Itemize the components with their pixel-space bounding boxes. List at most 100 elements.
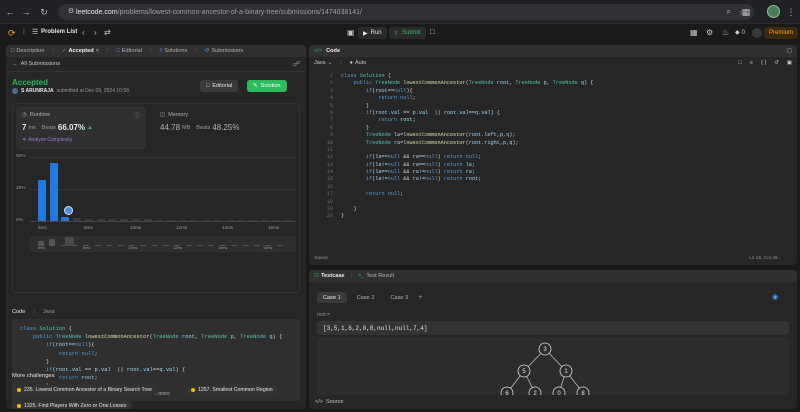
chart-bar[interactable]: [190, 219, 199, 221]
braces-icon[interactable]: { }: [761, 60, 766, 66]
share-link-icon[interactable]: ☍: [293, 60, 300, 68]
streak-counter[interactable]: ◆ 0: [735, 29, 745, 37]
runtime-card[interactable]: ◷ Runtime ⓘ 7 ms Beats 66.07% ▲ ✦ Analyz…: [16, 107, 146, 149]
code-line[interactable]: 9 TreeNode la=lowestCommonAncestor(root.…: [313, 132, 793, 139]
chart-bar[interactable]: [167, 219, 175, 221]
chart-bar[interactable]: [49, 163, 58, 221]
visibility-icon[interactable]: ◉: [772, 293, 778, 301]
chart-bar[interactable]: [38, 180, 46, 221]
chart-bar[interactable]: [237, 219, 246, 221]
code-line[interactable]: 20}: [313, 213, 793, 220]
chart-bar[interactable]: [249, 219, 258, 221]
code-line[interactable]: 15 if(la!=null && ra!=null) return root;: [313, 176, 793, 183]
code-line[interactable]: 8 }: [313, 125, 793, 132]
chart-bar[interactable]: [143, 219, 152, 221]
close-icon[interactable]: ×: [96, 48, 99, 54]
problem-list-link[interactable]: Problem List: [41, 29, 77, 35]
code-line[interactable]: 14 if(la==null && ra!=null) return ra;: [313, 169, 793, 176]
run-button[interactable]: ▶ Run: [358, 27, 387, 39]
code-line[interactable]: 17 return null;: [313, 191, 793, 198]
next-problem-icon[interactable]: ›: [94, 28, 97, 37]
code-line[interactable]: 1 class Solution {: [313, 73, 793, 80]
code-line[interactable]: 16: [313, 184, 793, 191]
code-line[interactable]: 11: [313, 147, 793, 154]
source-bar[interactable]: </> Source: [309, 395, 797, 409]
chart-bar[interactable]: [284, 219, 293, 221]
fullscreen-icon[interactable]: ▣: [787, 60, 792, 66]
challenge-chip-1257[interactable]: 1257. Smallest Common Region: [186, 385, 278, 395]
username[interactable]: S ARUNRAJA: [21, 88, 54, 94]
forward-arrow-icon[interactable]: →: [20, 6, 32, 18]
language-select[interactable]: Java ⌄: [314, 60, 332, 66]
code-line[interactable]: 13 if(la!=null && ra==null) return la;: [313, 162, 793, 169]
back-arrow-icon[interactable]: ←: [4, 6, 16, 18]
code-line[interactable]: 12 if(la==null && ra==null) return null;: [313, 154, 793, 161]
code-line[interactable]: 3 if(root==null){: [313, 88, 793, 95]
code-line[interactable]: 5 }: [313, 103, 793, 110]
analyze-complexity-link[interactable]: ✦ Analyze Complexity: [22, 137, 72, 143]
chart-bar[interactable]: [96, 219, 105, 221]
chart-bar[interactable]: [120, 219, 129, 221]
chart-bar[interactable]: [108, 219, 117, 221]
user-avatar[interactable]: [752, 28, 762, 38]
prev-problem-icon[interactable]: ‹: [82, 28, 85, 37]
problem-list-icon[interactable]: ☰: [32, 28, 38, 36]
reload-icon[interactable]: ↻: [38, 6, 50, 18]
range-selector[interactable]: 6ms 8ms 10ms 12ms 14ms 16ms: [30, 236, 296, 252]
chart-bar[interactable]: [202, 219, 211, 221]
editorial-button[interactable]: □ Editorial: [200, 80, 239, 92]
tab-solutions[interactable]: ◊ Solutions: [160, 48, 188, 54]
code-line[interactable]: 18: [313, 199, 793, 206]
extensions-icon[interactable]: ▦: [740, 6, 752, 18]
case-1-button[interactable]: Case 1: [317, 292, 347, 303]
challenge-chip-1325[interactable]: 1325. Find Players With Zero or One Loss…: [12, 401, 132, 409]
auto-mode-toggle[interactable]: ● Auto: [350, 60, 367, 66]
leetcode-logo-icon[interactable]: ⟳: [8, 28, 17, 38]
range-handle-left[interactable]: [65, 237, 74, 246]
chart-bar[interactable]: [260, 219, 269, 221]
maximize-icon[interactable]: ▢: [787, 48, 792, 54]
chart-bar[interactable]: [73, 218, 82, 221]
chart-bar[interactable]: [84, 219, 93, 221]
reset-icon[interactable]: ↺: [774, 60, 779, 66]
chart-bar[interactable]: [272, 219, 281, 221]
case-3-button[interactable]: Case 3: [384, 292, 414, 303]
debug-icon[interactable]: ▣: [347, 28, 355, 37]
challenge-chip-235[interactable]: 235. Lowest Common Ancestor of a Binary …: [12, 385, 158, 395]
tab-testcase[interactable]: ☑ Testcase: [314, 273, 345, 279]
memory-card[interactable]: ◫ Memory 44.78 MB Beats 48.25%: [160, 107, 290, 149]
site-info-icon[interactable]: ⚙: [66, 6, 76, 18]
browser-menu-icon[interactable]: ⋮: [785, 6, 797, 18]
layout-icon[interactable]: ▦: [690, 28, 698, 37]
submit-button[interactable]: ⇧ Submit: [389, 27, 426, 39]
tab-accepted[interactable]: ✓ Accepted ×: [62, 48, 99, 54]
chart-bar[interactable]: [61, 217, 70, 221]
zoom-icon[interactable]: ⌕: [726, 7, 730, 17]
code-line[interactable]: 10 TreeNode ra=lowestCommonAncestor(root…: [313, 140, 793, 147]
chart-bar[interactable]: [178, 219, 187, 221]
code-line[interactable]: 2 public TreeNode lowestCommonAncestor(T…: [313, 80, 793, 87]
bookmark-icon[interactable]: □: [738, 60, 741, 66]
add-case-icon[interactable]: +: [418, 294, 422, 301]
tab-description[interactable]: □ Description: [11, 48, 44, 54]
code-editor[interactable]: 1 class Solution {2 public TreeNode lowes…: [313, 73, 793, 221]
format-icon[interactable]: ≡: [750, 60, 753, 66]
code-line[interactable]: 7 return root;: [313, 117, 793, 124]
all-submissions-link[interactable]: ← All Submissions: [12, 61, 60, 67]
tab-code[interactable]: Code: [326, 48, 340, 54]
tab-test-result[interactable]: >_ Test Result: [358, 273, 394, 279]
address-bar[interactable]: ⚙ leetcode.com /problems/lowest-common-a…: [58, 4, 754, 20]
input-root-field[interactable]: [3,5,1,6,2,0,8,null,null,7,4]: [317, 321, 789, 335]
solution-button[interactable]: ✎ Solution: [247, 80, 287, 92]
settings-icon[interactable]: ⚙: [706, 28, 713, 37]
notification-bell-icon[interactable]: ♨: [722, 28, 729, 37]
profile-avatar[interactable]: [767, 5, 780, 18]
tab-editorial[interactable]: □ Editorial: [116, 48, 142, 54]
tab-submissions[interactable]: ↺ Submissions: [205, 48, 243, 54]
chart-bar[interactable]: [213, 219, 222, 221]
shuffle-icon[interactable]: ⇄: [104, 28, 111, 37]
info-icon[interactable]: ⓘ: [134, 111, 140, 120]
chart-bar[interactable]: [155, 219, 164, 221]
premium-button[interactable]: Premium: [764, 27, 799, 39]
chart-bar[interactable]: [225, 219, 234, 221]
